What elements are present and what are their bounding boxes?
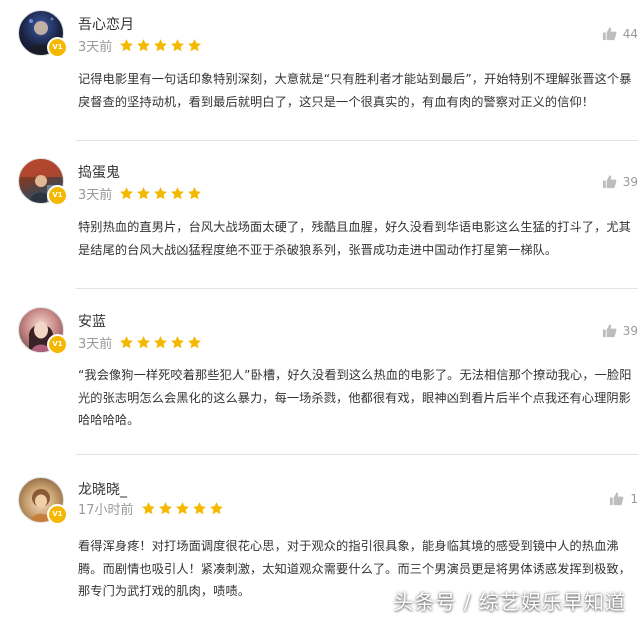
star-icon [154,187,168,200]
star-icon [188,336,202,349]
star-rating [141,501,226,516]
thumbs-up-icon [602,27,617,41]
comment-meta: 3天前 [78,36,204,55]
star-icon [188,39,202,52]
star-icon [120,187,134,200]
watermark: 头条号 / 综艺娱乐早知道 [393,590,626,614]
username[interactable]: 龙晓晓_ [78,479,127,499]
username[interactable]: 吾心恋月 [78,14,134,34]
star-rating [119,186,204,201]
star-icon [175,502,189,515]
like-button[interactable]: 39 [602,174,638,189]
avatar[interactable]: V1 [18,10,68,58]
like-button[interactable]: 1 [609,491,638,506]
thumbs-up-icon [610,492,624,506]
star-icon [171,187,185,200]
comment-text: 特别热血的直男片，台风大战场面太硬了，残酷且血腥，好久没看到华语电影这么生猛的打… [78,220,631,257]
thumbs-up-icon [602,324,617,338]
star-icon [154,39,168,52]
avatar[interactable]: V1 [18,477,68,525]
star-icon [192,502,206,515]
star-icon [171,39,185,52]
like-count: 39 [622,323,638,338]
post-time: 3天前 [78,188,113,203]
vip-badge: V1 [47,334,68,355]
vip-badge: V1 [47,504,68,525]
avatar[interactable]: V1 [18,307,68,355]
like-button[interactable]: 44 [602,26,638,41]
like-count: 44 [622,26,638,41]
star-icon [141,502,155,515]
like-count: 1 [630,491,638,506]
comment-meta: 17小时前 [78,499,226,518]
star-icon [154,336,168,349]
star-icon [137,39,151,52]
divider [76,454,638,455]
username[interactable]: 捣蛋鬼 [78,162,120,182]
star-icon [120,39,134,52]
comment-text: 记得电影里有一句话印象特别深刻，大意就是“只有胜利者才能站到最后”，开始特别不理… [78,72,632,109]
star-icon [188,187,202,200]
star-icon [137,187,151,200]
comment-list: V1 吾心恋月 3天前 44 记得电影里有一句话印象特别深刻，大意就是“只有胜利… [0,0,640,623]
post-time: 17小时前 [78,503,134,518]
divider [76,288,638,289]
star-icon [137,336,151,349]
star-icon [171,336,185,349]
comment-text: “我会像狗一样死咬着那些犯人”卧槽，好久没看到这么热血的电影了。无法相信那个撩动… [78,368,632,427]
star-icon [120,336,134,349]
star-rating [119,38,204,53]
divider [76,140,638,141]
vip-badge: V1 [47,37,68,58]
like-count: 39 [622,174,638,189]
thumbs-up-icon [602,175,617,189]
comment-meta: 3天前 [78,184,204,203]
username[interactable]: 安蓝 [78,311,106,331]
avatar[interactable]: V1 [18,158,68,206]
post-time: 3天前 [78,40,113,55]
star-icon [158,502,172,515]
star-rating [119,335,204,350]
comment-meta: 3天前 [78,333,204,352]
post-time: 3天前 [78,337,113,352]
like-button[interactable]: 39 [602,323,638,338]
vip-badge: V1 [47,185,68,206]
star-icon [209,502,223,515]
